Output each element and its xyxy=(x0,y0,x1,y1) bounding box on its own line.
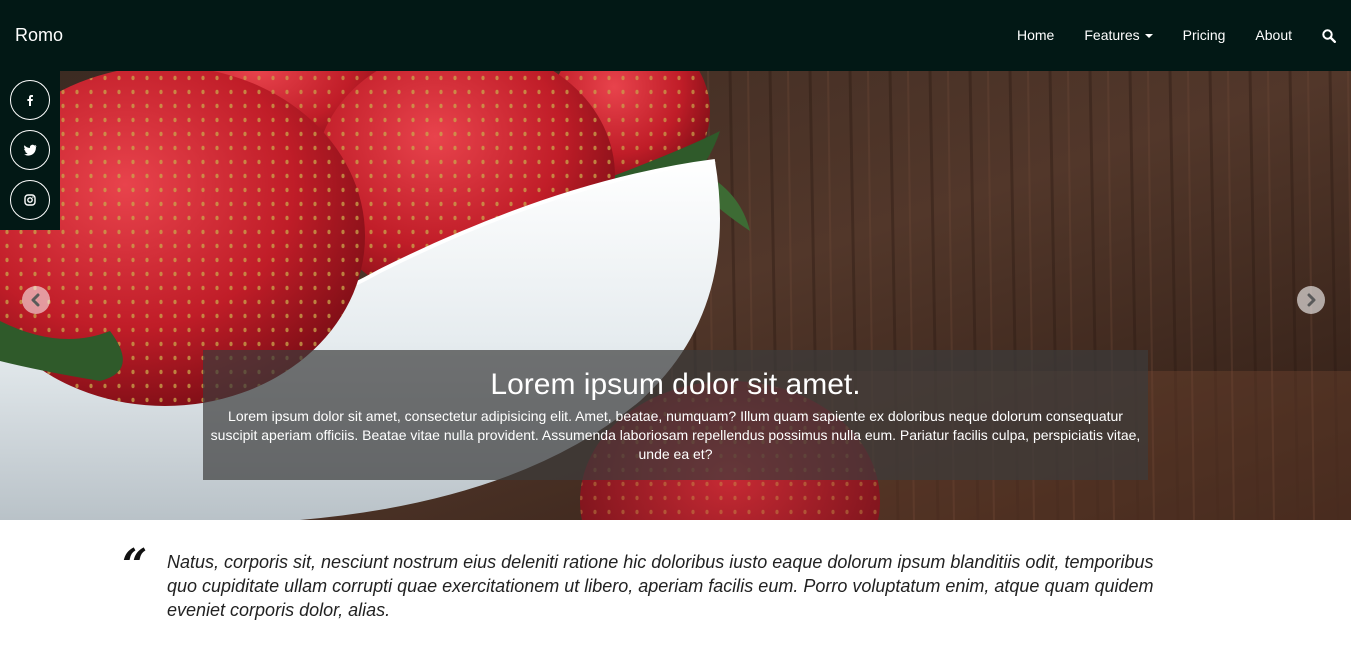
social-sidebar xyxy=(0,71,60,230)
carousel-next-button[interactable] xyxy=(1297,286,1325,314)
quote-icon: “ xyxy=(122,540,148,591)
instagram-button[interactable] xyxy=(10,180,50,220)
nav-link-features-label: Features xyxy=(1084,27,1140,43)
nav-link-home[interactable]: Home xyxy=(1002,0,1069,71)
caption-text: Lorem ipsum dolor sit amet, consectetur … xyxy=(210,408,1141,462)
caret-down-icon xyxy=(1144,33,1153,38)
nav-link-features[interactable]: Features xyxy=(1069,0,1167,71)
hero-carousel: Lorem ipsum dolor sit amet. Lorem ipsum … xyxy=(0,71,1351,520)
twitter-button[interactable] xyxy=(10,130,50,170)
carousel-caption: Lorem ipsum dolor sit amet. Lorem ipsum … xyxy=(203,350,1148,480)
caption-title: Lorem ipsum dolor sit amet. xyxy=(490,368,861,401)
nav-link-about[interactable]: About xyxy=(1240,0,1307,71)
nav-link-pricing[interactable]: Pricing xyxy=(1168,0,1241,71)
brand-logo[interactable]: Romo xyxy=(15,24,63,46)
quote-text: Natus, corporis sit, nesciunt nostrum ei… xyxy=(167,552,1154,620)
navbar: Romo Home Features Pricing About xyxy=(0,0,1351,71)
instagram-icon xyxy=(24,194,36,206)
facebook-icon xyxy=(27,95,33,106)
chevron-left-icon xyxy=(31,293,40,307)
twitter-icon xyxy=(23,144,36,156)
carousel-prev-button[interactable] xyxy=(22,286,50,314)
search-icon xyxy=(1322,28,1336,43)
nav-menu: Home Features Pricing About xyxy=(1002,0,1351,71)
chevron-right-icon xyxy=(1307,293,1316,307)
search-button[interactable] xyxy=(1307,0,1351,71)
facebook-button[interactable] xyxy=(10,80,50,120)
